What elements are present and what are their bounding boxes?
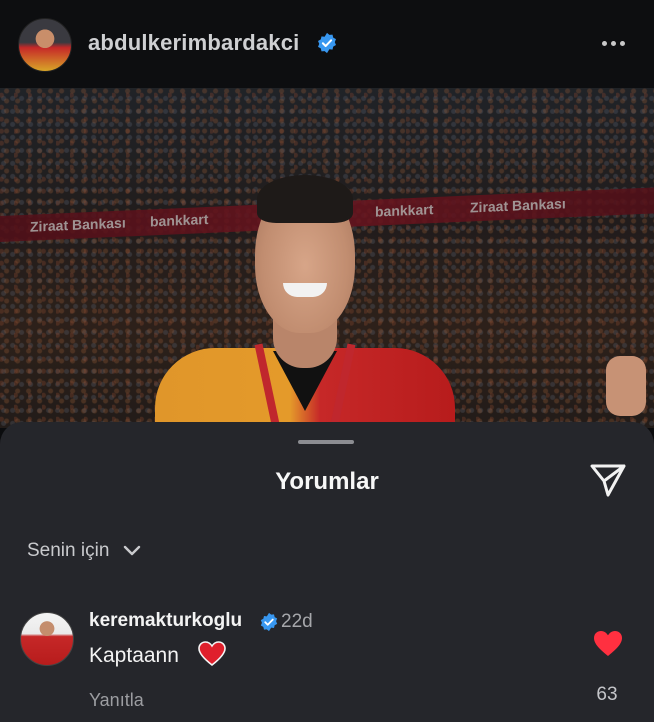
post-photo[interactable]: Ziraat Bankası bankkart Ziraat Bankası b… (0, 88, 654, 428)
commenter-username[interactable]: keremakturkoglu (89, 610, 242, 632)
sheet-title: Yorumlar (275, 468, 379, 495)
sort-label: Senin için (27, 540, 110, 561)
commenter-avatar[interactable] (20, 612, 74, 666)
sheet-drag-handle[interactable] (298, 440, 354, 444)
hair (257, 175, 353, 223)
red-heart-emoji-icon (198, 641, 226, 667)
more-options-icon[interactable] (602, 33, 632, 53)
chevron-down-icon (124, 545, 141, 556)
player-figure (155, 143, 455, 428)
like-count: 63 (596, 684, 618, 705)
raised-hand (606, 356, 646, 416)
comments-sheet: Yorumlar Senin için keremakturkoglu 22d … (0, 422, 654, 722)
author-avatar[interactable] (18, 18, 72, 72)
send-icon[interactable] (588, 462, 628, 498)
like-heart-icon[interactable] (593, 630, 623, 658)
verified-badge-icon (260, 612, 278, 632)
comment-time: 22d (281, 611, 313, 632)
verified-badge-icon (318, 32, 336, 54)
comment-sort-dropdown[interactable]: Senin için (27, 540, 141, 562)
author-username[interactable]: abdulkerimbardakci (88, 30, 299, 56)
comment-item: keremakturkoglu 22d Kaptaann Yanıtla 63 (0, 602, 654, 722)
comment-text: Kaptaann (89, 644, 179, 667)
reply-button[interactable]: Yanıtla (89, 690, 144, 711)
post-header: abdulkerimbardakci (0, 0, 654, 88)
